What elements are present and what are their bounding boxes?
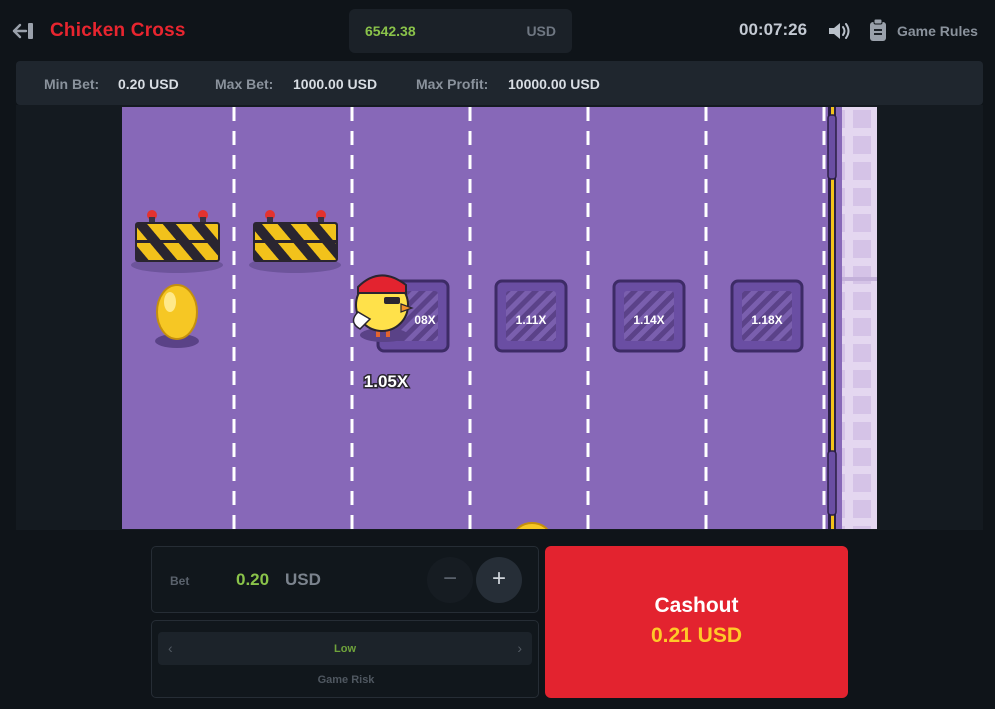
game-rules-link[interactable]: Game Rules: [897, 23, 978, 39]
min-bet-value: 0.20 USD: [118, 76, 179, 92]
golden-egg-icon: [155, 284, 199, 348]
game-title: Chicken Cross: [50, 20, 186, 41]
bet-limits-bar: Min Bet: 0.20 USD Max Bet: 1000.00 USD M…: [16, 61, 983, 105]
clipboard-icon[interactable]: [868, 18, 888, 42]
balance-value: 6542.38: [365, 23, 416, 39]
cashout-label: Cashout: [654, 594, 739, 617]
cashout-amount: 0.21 USD: [650, 624, 743, 647]
max-profit-value: 10000.00 USD: [508, 76, 600, 92]
multiplier-lane-5: 1.14X: [633, 313, 664, 327]
risk-label: Game Risk: [317, 674, 375, 686]
current-multiplier: 1.05X: [364, 372, 409, 391]
session-timer: 00:07:26: [739, 20, 808, 39]
manhole-lane-4[interactable]: 1.11X: [494, 279, 568, 353]
game-board: 08X 1.11X 1.14X 1.18X 1.05X: [122, 107, 877, 529]
manhole-lane-6[interactable]: 1.18X: [730, 279, 804, 353]
min-bet-label: Min Bet:: [44, 76, 100, 92]
top-bar: Chicken Cross 6542.38 USD 00:07:26 Game …: [0, 0, 995, 60]
balance-currency: USD: [526, 23, 556, 39]
multiplier-lane-4: 1.11X: [516, 313, 547, 327]
balance-display: 6542.38 USD: [349, 9, 572, 53]
manhole-multiplier-lane-3: 08X: [414, 313, 435, 327]
back-arrow-icon[interactable]: [10, 20, 36, 42]
max-profit-label: Max Profit:: [416, 76, 489, 92]
bet-currency: USD: [285, 570, 321, 589]
sidewalk: [842, 107, 877, 529]
bet-amount-panel: Bet 0.20 USD − +: [151, 546, 539, 613]
max-bet-value: 1000.00 USD: [293, 76, 378, 92]
risk-value: Low: [334, 643, 356, 655]
max-bet-label: Max Bet:: [215, 76, 274, 92]
game-risk-panel: ‹ Low › Game Risk: [151, 620, 539, 698]
manhole-lane-5[interactable]: 1.14X: [612, 279, 686, 353]
risk-next-button[interactable]: ›: [517, 640, 522, 656]
risk-selector[interactable]: ‹ Low ›: [158, 632, 532, 665]
sound-icon[interactable]: [826, 20, 852, 42]
decrease-bet-button[interactable]: −: [427, 557, 473, 603]
cashout-button[interactable]: Cashout 0.21 USD: [545, 546, 848, 698]
multiplier-lane-6: 1.18X: [751, 313, 782, 327]
bet-amount-input[interactable]: 0.20: [236, 570, 269, 590]
increase-bet-button[interactable]: +: [476, 557, 522, 603]
bet-label: Bet: [170, 574, 190, 588]
